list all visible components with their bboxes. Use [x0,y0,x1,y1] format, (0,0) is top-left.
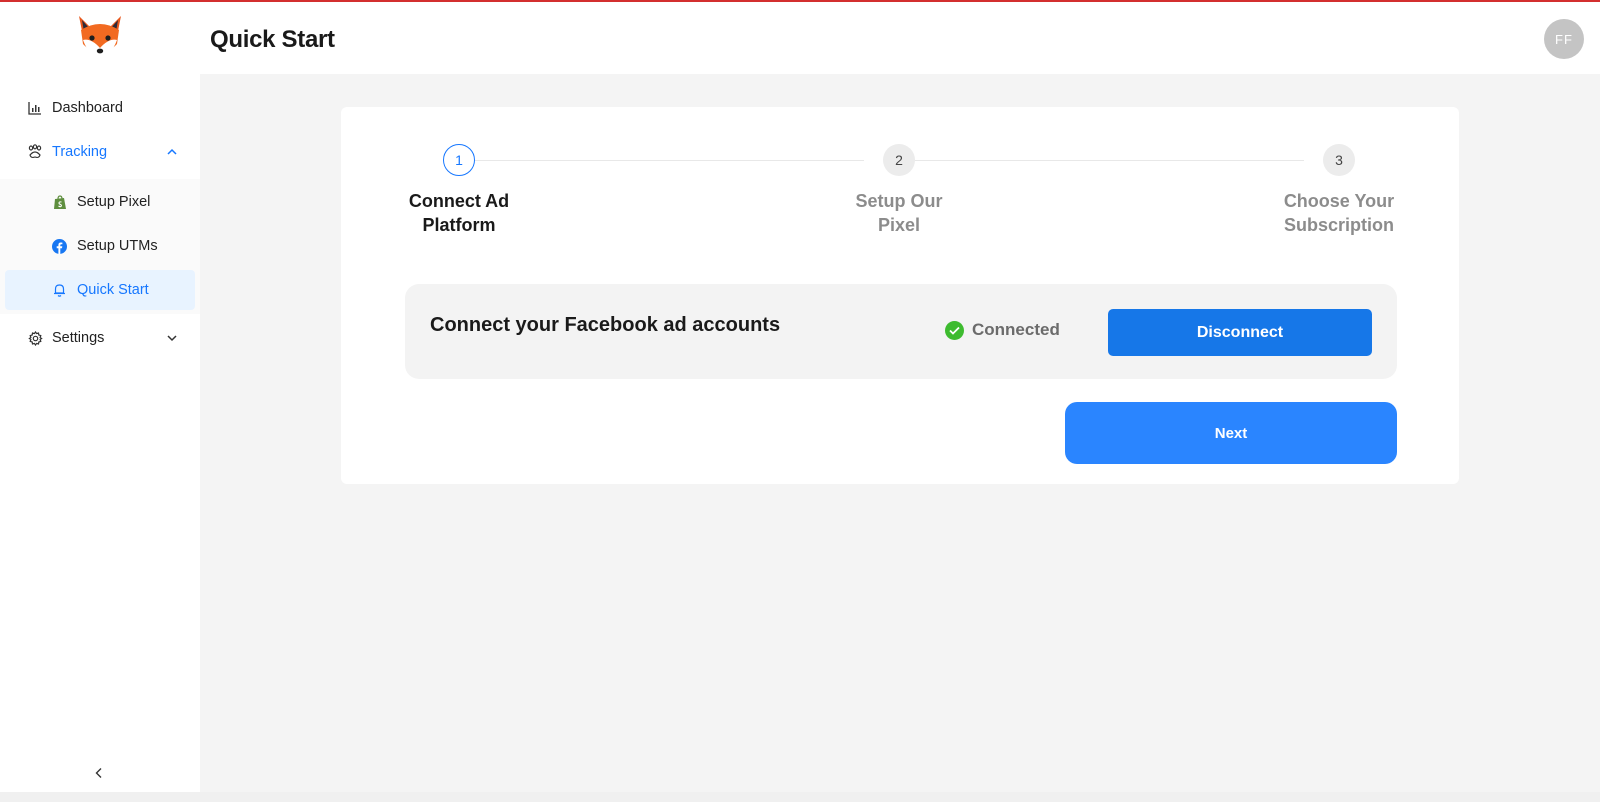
sidebar: Dashboard Tracking Setup Pixel Setup UTM… [0,2,200,792]
chevron-down-icon[interactable] [165,331,179,345]
step-title: Connect Ad Platform [389,190,529,237]
connect-title: Connect your Facebook ad accounts [430,314,781,336]
sidebar-item-label: Setup UTMs [77,238,158,254]
step-title-line: Subscription [1283,214,1394,235]
step-connector [474,160,864,161]
next-button[interactable]: Next [1065,402,1397,464]
step-title-line: Choose Your [1283,191,1395,211]
sidebar-item-tracking[interactable]: Tracking [0,132,200,172]
sidebar-item-label: Setup Pixel [77,194,151,210]
quick-start-card: 1 Connect Ad Platform 2 Setup Our Pixel … [341,107,1459,484]
bottom-bar [0,792,1600,802]
main-content: 1 Connect Ad Platform 2 Setup Our Pixel … [200,74,1600,792]
sidebar-item-setup-utms[interactable]: Setup UTMs [0,226,200,266]
step-title-line: Platform [422,214,496,235]
sidebar-item-label: Settings [52,330,105,346]
step-title: Choose Your Subscription [1269,190,1409,237]
sidebar-item-quick-start[interactable]: Quick Start [5,270,195,310]
step-connect-ad-platform[interactable]: 1 Connect Ad Platform [389,144,529,237]
page-header: Quick Start FF [200,2,1600,74]
fox-logo[interactable] [75,14,125,62]
sidebar-item-label: Quick Start [77,282,149,298]
shopify-icon [52,194,67,210]
collapse-sidebar-button[interactable] [90,764,108,782]
step-number: 2 [883,144,915,176]
step-title-line: Setup Our [855,191,943,211]
facebook-connect-panel: Connect your Facebook ad accounts Connec… [405,284,1397,379]
sidebar-item-setup-pixel[interactable]: Setup Pixel [0,182,200,222]
status-text: Connected [972,320,1060,339]
step-connector [914,160,1304,161]
gear-icon [27,330,43,346]
step-choose-subscription[interactable]: 3 Choose Your Subscription [1269,144,1409,237]
step-title-line: Connect Ad [408,191,510,211]
step-title: Setup Our Pixel [829,190,969,237]
step-setup-pixel[interactable]: 2 Setup Our Pixel [829,144,969,237]
chevron-left-icon [95,768,102,778]
paw-icon [27,144,43,160]
sidebar-item-dashboard[interactable]: Dashboard [0,88,200,128]
connection-status: Connected [945,320,1060,340]
disconnect-button[interactable]: Disconnect [1108,309,1372,356]
bar-chart-icon [27,100,43,116]
sidebar-item-label: Tracking [52,144,108,160]
sidebar-item-label: Dashboard [52,100,123,116]
facebook-icon [52,238,67,254]
bell-icon [52,283,67,298]
sidebar-item-settings[interactable]: Settings [0,318,200,358]
check-circle-icon [945,320,964,340]
avatar[interactable]: FF [1544,19,1584,59]
step-title-line: Pixel [877,214,921,235]
step-number: 3 [1323,144,1355,176]
chevron-up-icon[interactable] [165,145,179,159]
page-title: Quick Start [210,26,335,53]
step-number: 1 [443,144,475,176]
